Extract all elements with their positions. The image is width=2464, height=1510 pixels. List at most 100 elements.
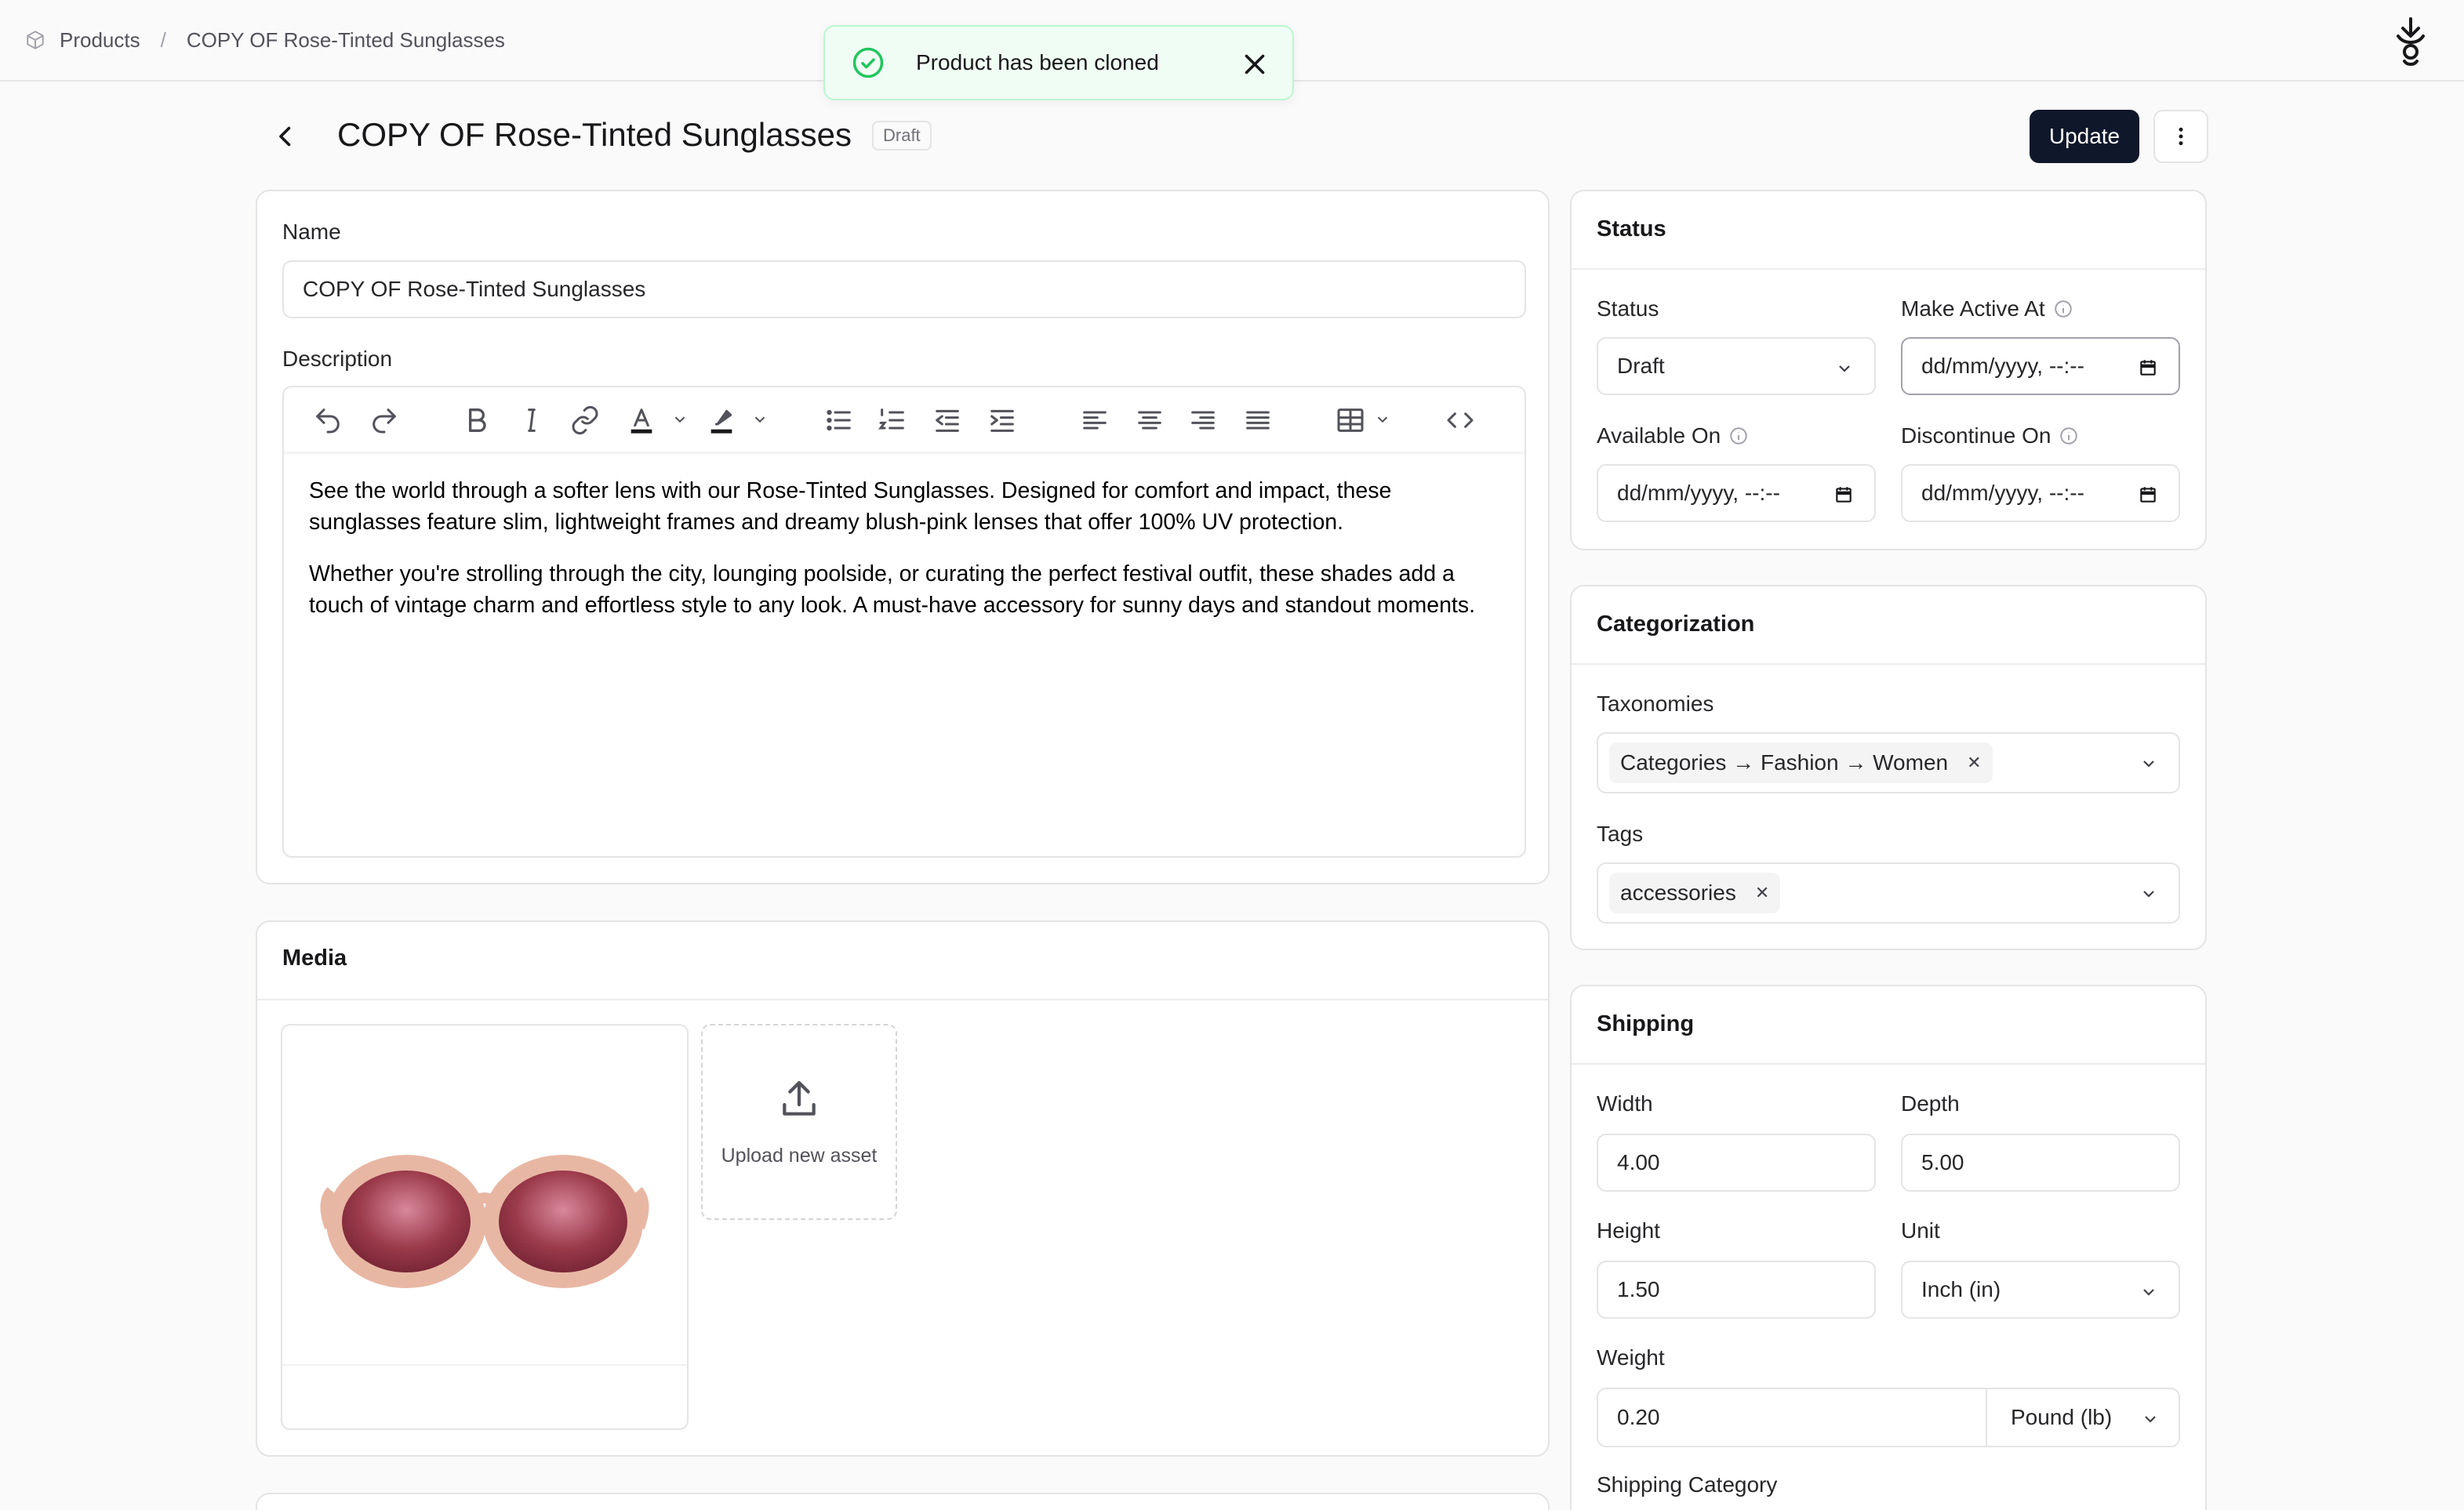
available-on-input[interactable]: dd/mm/yyyy, --:-- [1597,464,1876,522]
status-select[interactable]: Draft [1597,337,1876,395]
divider [257,999,1548,1000]
description-editor[interactable]: See the world through a softer lens with… [282,386,1526,858]
editor-toolbar [284,387,1525,452]
height-input[interactable]: 1.50 [1597,1261,1876,1319]
status-title: Status [1597,216,1666,241]
page-header: COPY OF Rose-Tinted Sunglasses Draft Upd… [256,110,2208,165]
numbered-list-icon[interactable] [877,405,908,436]
outdent-icon[interactable] [932,405,963,436]
update-button[interactable]: Update [2030,110,2139,163]
back-arrow-icon[interactable] [271,122,300,151]
chevron-down-icon[interactable] [671,411,689,428]
description-label: Description [282,347,393,371]
chevron-down-icon [1839,365,1850,372]
chevron-down-icon [2145,1416,2156,1423]
next-card [256,1493,1550,1510]
bold-icon[interactable] [461,405,492,436]
chevron-down-icon[interactable] [751,411,769,428]
remove-chip-icon[interactable]: ✕ [1755,883,1769,903]
status-badge: Draft [872,121,932,151]
table-icon[interactable] [1335,405,1366,436]
divider [1572,1063,2205,1065]
calendar-icon[interactable] [2138,485,2158,505]
make-active-label: Make Active At [1901,296,2073,321]
weight-unit-select[interactable]: Pound (lb) [1986,1389,2180,1446]
more-vertical-icon [2179,127,2183,146]
tags-label: Tags [1597,822,1644,846]
product-image-tile[interactable] [281,1024,689,1430]
taxonomy-chip: Categories → Fashion → Women ✕ [1609,742,1993,783]
divider [1572,268,2205,270]
name-input[interactable]: COPY OF Rose-Tinted Sunglasses [282,260,1526,318]
description-paragraph: See the world through a softer lens with… [309,478,1392,535]
width-label: Width [1597,1091,1653,1116]
redo-icon[interactable] [369,405,400,436]
shipping-title: Shipping [1597,1011,1695,1036]
status-card: Status Status Make Active At Draft dd/mm… [1570,190,2207,550]
info-icon [2054,300,2072,318]
indent-icon[interactable] [987,405,1018,436]
weight-label: Weight [1597,1345,1665,1370]
bullet-list-icon[interactable] [823,405,855,436]
text-color-icon[interactable] [626,405,657,436]
check-circle-icon [852,47,884,78]
breadcrumb-products-link[interactable]: Products [60,28,140,53]
description-paragraph: Whether you're strolling through the cit… [309,561,1476,618]
discontinue-on-label: Discontinue On [1901,423,2079,448]
unit-label: Unit [1901,1218,1940,1243]
shipping-card: Shipping Width Depth 4.00 5.00 Height Un… [1570,985,2207,1510]
chevron-down-icon [2143,760,2154,768]
brand-logo-icon[interactable] [2392,16,2429,66]
toast-message: Product has been cloned [916,50,1159,74]
unit-select[interactable]: Inch (in) [1901,1261,2180,1319]
page-title: COPY OF Rose-Tinted Sunglasses [337,116,852,153]
chevron-down-icon [2143,1289,2154,1296]
calendar-icon[interactable] [1833,485,1854,505]
code-icon[interactable] [1445,405,1476,436]
upload-label: Upload new asset [721,1144,878,1167]
align-left-icon[interactable] [1079,405,1110,436]
sunglasses-image [320,1155,649,1288]
media-card: Media Upload new asset [256,920,1550,1457]
align-right-icon[interactable] [1187,405,1219,436]
media-title: Media [282,946,347,971]
name-label: Name [282,220,341,244]
more-options-button[interactable] [2153,110,2208,163]
align-center-icon[interactable] [1134,405,1165,436]
depth-input[interactable]: 5.00 [1901,1134,2180,1192]
calendar-icon[interactable] [2138,358,2158,378]
close-icon[interactable] [1241,50,1269,78]
width-input[interactable]: 4.00 [1597,1134,1876,1192]
info-icon [1730,427,1747,445]
undo-icon[interactable] [312,405,343,436]
tags-select[interactable]: accessories ✕ [1597,862,2180,924]
categorization-card: Categorization Taxonomies Categories → F… [1570,585,2207,950]
available-on-label: Available On [1597,423,1749,448]
make-active-at-input[interactable]: dd/mm/yyyy, --:-- [1901,337,2180,395]
shipping-category-label: Shipping Category [1597,1472,1778,1497]
italic-icon[interactable] [516,405,547,436]
status-label: Status [1597,296,1659,321]
tag-chip: accessories ✕ [1609,873,1781,913]
weight-input-group: 0.20 Pound (lb) [1597,1388,2180,1447]
general-card: Name COPY OF Rose-Tinted Sunglasses Desc… [256,190,1550,884]
divider [1572,663,2205,665]
breadcrumb: Products / COPY OF Rose-Tinted Sunglasse… [25,25,505,55]
breadcrumb-current: COPY OF Rose-Tinted Sunglasses [186,27,505,52]
chevron-down-icon[interactable] [1374,411,1391,428]
description-content[interactable]: See the world through a softer lens with… [309,475,1501,641]
categorization-title: Categorization [1597,612,1755,637]
info-icon [2060,427,2078,445]
chevron-down-icon [2143,891,2154,898]
weight-input[interactable]: 0.20 [1617,1405,1660,1430]
link-icon[interactable] [569,405,601,436]
upload-asset-button[interactable]: Upload new asset [701,1024,897,1220]
align-justify-icon[interactable] [1242,405,1274,436]
taxonomies-select[interactable]: Categories → Fashion → Women ✕ [1597,732,2180,793]
highlight-icon[interactable] [706,405,737,436]
discontinue-on-input[interactable]: dd/mm/yyyy, --:-- [1901,464,2180,522]
remove-chip-icon[interactable]: ✕ [1967,753,1981,773]
breadcrumb-separator: / [160,27,166,52]
box-icon [27,31,44,49]
tile-footer [282,1364,687,1428]
